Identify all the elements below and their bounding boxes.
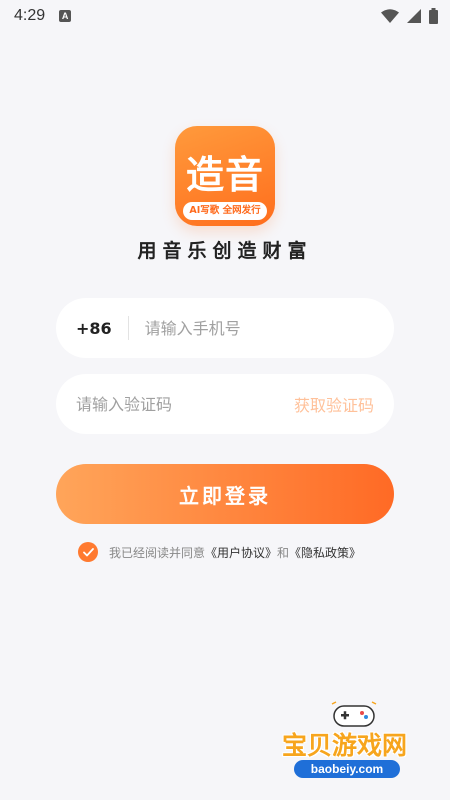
field-divider (127, 316, 129, 340)
user-agreement-link[interactable]: 《用户协议》 (205, 544, 277, 561)
agreement-text: 我已经阅读并同意 (109, 545, 206, 560)
status-time: 4:29 (14, 7, 46, 24)
app-slogan: 用音乐创造财富 (137, 240, 313, 262)
check-icon (82, 547, 94, 556)
agreement-checkbox[interactable] (78, 542, 98, 562)
watermark-url: baobeiy.com (294, 760, 400, 778)
login-button[interactable]: 立即登录 (56, 464, 394, 524)
verification-code-field: 获取验证码 (56, 374, 394, 434)
logo-text: 造音 (185, 153, 264, 197)
watermark-title: 宝贝游戏网 (282, 731, 408, 760)
privacy-policy-link[interactable]: 《隐私政策》 (289, 544, 361, 561)
status-icons (381, 8, 438, 24)
status-bar: 4:29 A (0, 0, 450, 32)
phone-input[interactable] (144, 298, 394, 358)
signal-icon (407, 9, 421, 23)
country-code[interactable]: +86 (76, 319, 112, 338)
login-screen: 4:29 A 造音 AI写歌 全网发行 用音乐创造财富 +86 获取验证码 (0, 0, 450, 800)
verification-code-input[interactable] (76, 374, 294, 434)
watermark: 宝贝游戏网 baobeiy.com (282, 700, 432, 790)
wifi-icon (381, 9, 399, 23)
agreement-row: 我已经阅读并同意 《用户协议》 和 《隐私政策》 (78, 542, 361, 562)
agreement-and: 和 (277, 545, 290, 560)
app-logo: 造音 AI写歌 全网发行 (175, 126, 275, 226)
phone-field: +86 (56, 298, 394, 358)
gamepad-icon (331, 701, 377, 727)
notification-icon: A (59, 10, 72, 22)
battery-icon (429, 8, 438, 24)
get-code-button[interactable]: 获取验证码 (294, 392, 374, 416)
logo-tagline: AI写歌 全网发行 (183, 202, 267, 220)
